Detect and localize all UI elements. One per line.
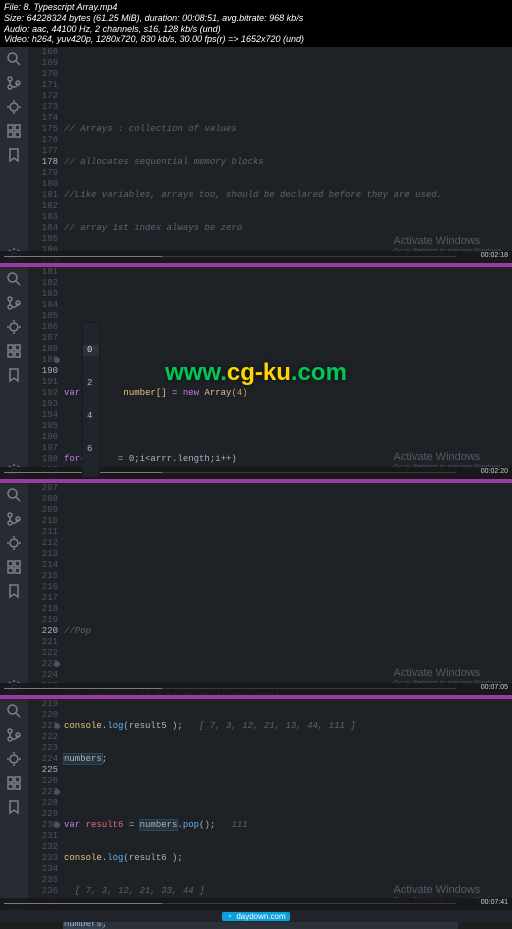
bookmark-icon[interactable] [6, 147, 22, 163]
source-control-icon[interactable] [6, 727, 22, 743]
extensions-icon[interactable] [6, 775, 22, 791]
line-gutter: 181182183 184185186 187188189 190191192 … [28, 267, 64, 479]
code-area-3[interactable]: //Pop var numbers = [7,3,12,21,33,44,111… [64, 483, 458, 695]
audio-line: Audio: aac, 44100 Hz, 2 channels, s16, 1… [4, 24, 508, 35]
activity-bar [0, 699, 28, 922]
bookmark-icon[interactable] [6, 583, 22, 599]
size-line: Size: 64228324 bytes (61.25 MiB), durati… [4, 13, 508, 24]
activity-bar [0, 483, 28, 695]
minimap[interactable] [458, 483, 512, 695]
code-area-1[interactable]: // Arrays : collection of values // allo… [64, 47, 458, 263]
editor-panel-4: 219220221 222223224 225226227 228229230 … [0, 695, 512, 922]
source-control-icon[interactable] [6, 511, 22, 527]
video-timeline[interactable]: 00:02:18 [0, 251, 512, 263]
search-icon[interactable] [6, 51, 22, 67]
extensions-icon[interactable] [6, 559, 22, 575]
extensions-icon[interactable] [6, 343, 22, 359]
status-pill[interactable]: daydown.com [222, 912, 289, 921]
media-info-header: File: 8. Typescript Array.mp4 Size: 6422… [0, 0, 512, 47]
video-timeline[interactable]: 00:02:20 [0, 467, 512, 479]
download-icon [226, 912, 234, 920]
bookmark-icon[interactable] [6, 367, 22, 383]
editor-panel-1: 168169170 171172173 174175176 177178179 … [0, 47, 512, 263]
editor-panel-2: 181182183 184185186 187188189 190191192 … [0, 263, 512, 479]
debug-icon[interactable] [6, 535, 22, 551]
search-icon[interactable] [6, 271, 22, 287]
debug-icon[interactable] [6, 319, 22, 335]
search-icon[interactable] [6, 487, 22, 503]
minimap[interactable] [458, 267, 512, 479]
file-line: File: 8. Typescript Array.mp4 [4, 2, 508, 13]
debug-icon[interactable] [6, 99, 22, 115]
minimap[interactable] [458, 47, 512, 263]
suggest-popup[interactable]: 0 2 4 6 [82, 322, 100, 478]
activity-bar [0, 47, 28, 263]
code-area-2[interactable]: var number[] = new Array(4) for( = 0;i<a… [64, 267, 458, 479]
debug-icon[interactable] [6, 751, 22, 767]
source-control-icon[interactable] [6, 295, 22, 311]
line-gutter: 219220221 222223224 225226227 228229230 … [28, 699, 64, 922]
video-timeline[interactable]: 00:07:41 [0, 898, 512, 910]
video-timeline[interactable]: 00:07:05 [0, 683, 512, 695]
line-gutter: 168169170 171172173 174175176 177178179 … [28, 47, 64, 263]
video-line: Video: h264, yuv420p, 1280x720, 830 kb/s… [4, 34, 508, 45]
extensions-icon[interactable] [6, 123, 22, 139]
search-icon[interactable] [6, 703, 22, 719]
source-control-icon[interactable] [6, 75, 22, 91]
activity-bar [0, 267, 28, 479]
editor-panel-3: 207208209 210211212 213214215 216217218 … [0, 479, 512, 695]
status-bar: daydown.com [0, 910, 512, 922]
bookmark-icon[interactable] [6, 799, 22, 815]
